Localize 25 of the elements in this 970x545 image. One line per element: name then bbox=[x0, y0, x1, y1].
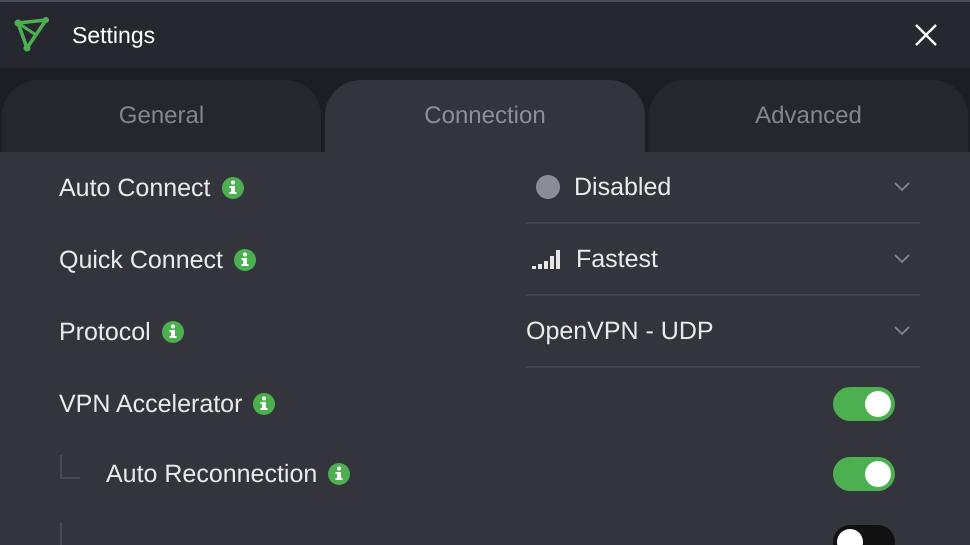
tab[interactable]: Connection bbox=[325, 80, 645, 152]
dropdown-field[interactable]: OpenVPN - UDP bbox=[526, 296, 920, 368]
toggle-switch[interactable] bbox=[833, 457, 895, 491]
info-icon[interactable] bbox=[327, 462, 352, 486]
setting-label: Protocol bbox=[59, 318, 151, 346]
status-dot-icon bbox=[536, 175, 560, 199]
window-title: Settings bbox=[72, 22, 156, 48]
signal-bars-icon bbox=[532, 249, 562, 269]
info-icon[interactable] bbox=[252, 392, 276, 416]
toggle-switch[interactable] bbox=[833, 387, 895, 421]
triangle-logo-icon bbox=[14, 17, 50, 53]
chevron-down-icon bbox=[894, 326, 910, 336]
dropdown-field[interactable]: Disabled bbox=[526, 152, 920, 224]
tab[interactable]: Advanced bbox=[649, 80, 968, 152]
info-icon[interactable] bbox=[160, 320, 185, 344]
setting-label: VPN Accelerator bbox=[59, 390, 242, 418]
setting-label: Auto Reconnection bbox=[106, 460, 318, 488]
chevron-down-icon bbox=[894, 182, 910, 192]
setting-label: Auto Connect bbox=[59, 174, 210, 202]
dropdown-field[interactable]: Fastest bbox=[526, 224, 920, 296]
info-icon[interactable] bbox=[232, 248, 257, 272]
chevron-down-icon bbox=[894, 254, 910, 264]
tab[interactable]: General bbox=[2, 80, 321, 152]
info-icon[interactable] bbox=[220, 176, 244, 200]
setting-label: Quick Connect bbox=[59, 246, 223, 274]
